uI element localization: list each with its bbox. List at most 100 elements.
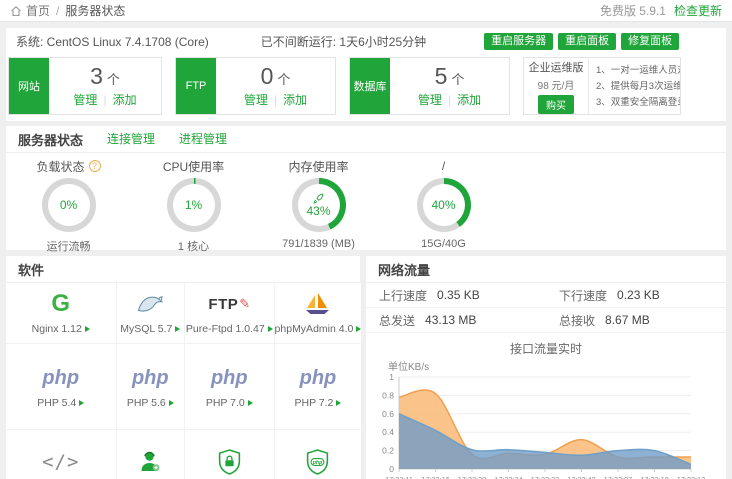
enterprise-title: 企业运维版 — [529, 59, 584, 75]
code-icon: </> — [42, 449, 79, 475]
network-stat-label: 总发送 — [379, 312, 415, 329]
system-button-0[interactable]: 重启服务器 — [484, 33, 553, 50]
svg-text:17:32:20: 17:32:20 — [458, 475, 486, 479]
nginx-icon: G — [51, 291, 70, 317]
breadcrumb-current: 服务器状态 — [65, 2, 125, 19]
question-circle-icon[interactable]: ? — [89, 160, 101, 172]
stat-card-2: 数据库5个管理|添加 — [349, 57, 510, 115]
enterprise-price: 98 元/月 — [538, 77, 575, 92]
software-name: Nginx 1.12 — [32, 323, 90, 335]
home-icon — [10, 5, 22, 17]
traffic-chart: 00.20.40.60.8117:32:1117:32:1617:32:2017… — [369, 373, 723, 479]
system-button-2[interactable]: 修复面板 — [621, 33, 679, 50]
gauge-donut: 40% — [417, 178, 471, 232]
gauge-2: 内存使用率43%791/1839 (MB) — [256, 158, 381, 254]
software-title: 软件 — [18, 260, 44, 279]
running-icon — [248, 400, 253, 406]
software-name: PHP 5.4 — [37, 397, 84, 409]
manage-link[interactable]: 管理 — [73, 93, 97, 107]
stat-card-tag: 网站 — [9, 58, 49, 114]
svg-text:17:32:11: 17:32:11 — [385, 475, 413, 479]
system-button-1[interactable]: 重启面板 — [558, 33, 616, 50]
gauge-subtext: 15G/40G — [381, 238, 506, 250]
php-icon: php — [300, 365, 337, 391]
software-item-3[interactable]: phpMyAdmin 4.0 — [275, 283, 362, 344]
server-status-title: 服务器状态 — [18, 130, 83, 149]
software-item-5[interactable]: phpPHP 5.6 — [117, 344, 186, 430]
gauge-value: 1% — [185, 198, 202, 212]
svg-text:0: 0 — [389, 464, 394, 474]
gauge-donut: 0% — [42, 178, 96, 232]
network-title: 网络流量 — [378, 260, 430, 279]
chart-title: 接口流量实时 — [366, 340, 726, 357]
buy-button[interactable]: 购买 — [538, 95, 574, 114]
network-panel: 网络流量 上行速度0.35 KB下行速度0.23 KB总发送43.13 MB总接… — [366, 256, 726, 479]
svg-text:17:32:16: 17:32:16 — [421, 475, 449, 479]
svg-text:17:33:13: 17:33:13 — [677, 475, 705, 479]
breadcrumb-home-label: 首页 — [26, 2, 50, 19]
network-stat-3: 总接收8.67 MB — [546, 308, 726, 333]
stat-card-count: 5个 — [435, 64, 465, 89]
mysql-icon — [137, 291, 164, 317]
svg-text:17:32:42: 17:32:42 — [567, 475, 595, 479]
running-icon — [336, 400, 341, 406]
add-link[interactable]: 添加 — [283, 93, 307, 107]
software-item-6[interactable]: phpPHP 7.0 — [185, 344, 275, 430]
status-link-0[interactable]: 连接管理 — [107, 132, 155, 146]
os-label: 系统: CentOS Linux 7.4.1708 (Core) — [16, 33, 209, 50]
breadcrumb-home[interactable]: 首页 — [10, 2, 50, 19]
network-stat-label: 下行速度 — [559, 287, 607, 304]
gauge-value: 43% — [306, 204, 330, 218]
check-update-link[interactable]: 检查更新 — [674, 2, 722, 19]
stat-card-1: FTP0个管理|添加 — [175, 57, 336, 115]
software-item-11[interactable]: phpPHP守护 1.2 — [275, 430, 362, 479]
software-item-9[interactable]: 宝塔运维 1.0 — [117, 430, 186, 479]
network-stat-value: 0.23 KB — [617, 288, 660, 302]
add-link[interactable]: 添加 — [457, 93, 481, 107]
gauge-subtext: 运行流畅 — [6, 238, 131, 254]
software-item-0[interactable]: G Nginx 1.12 — [6, 283, 117, 344]
manage-link[interactable]: 管理 — [418, 93, 442, 107]
manage-link[interactable]: 管理 — [244, 93, 268, 107]
software-item-7[interactable]: phpPHP 7.2 — [275, 344, 362, 430]
stat-card-count: 0个 — [261, 64, 291, 89]
svg-text:0.6: 0.6 — [382, 409, 394, 419]
network-stat-1: 下行速度 0.23 KB — [546, 283, 726, 308]
php-icon: php — [132, 365, 169, 391]
running-icon — [268, 326, 273, 332]
status-link-1[interactable]: 进程管理 — [179, 132, 227, 146]
software-name: MySQL 5.7 — [120, 323, 180, 335]
software-grid: G Nginx 1.12 MySQL 5.7 FTP✎Pure-Ftpd 1.0.47… — [6, 283, 360, 479]
stat-card-tag: FTP — [176, 58, 216, 114]
svg-text:17:33:10: 17:33:10 — [640, 475, 668, 479]
uptime-label: 已不间断运行: 1天6小时25分钟 — [261, 33, 426, 50]
network-header: 网络流量 — [366, 256, 726, 283]
shield-lock-icon — [218, 449, 241, 475]
server-status-panel: 服务器状态 连接管理进程管理 负载状态?0%运行流畅CPU使用率1%1 核心内存… — [6, 126, 726, 250]
top-nav: 首页 / 服务器状态 免费版 5.9.1 检查更新 — [0, 0, 732, 22]
pureftpd-icon: FTP✎ — [208, 291, 250, 317]
chart-unit-label: 单位KB/s — [388, 358, 726, 373]
enterprise-features: 1、一对一运维人员对接2、提供每月3次运维服务3、双重安全隔离登录 — [588, 58, 680, 114]
software-item-1[interactable]: MySQL 5.7 — [117, 283, 186, 344]
network-stat-label: 上行速度 — [379, 287, 427, 304]
software-item-2[interactable]: FTP✎Pure-Ftpd 1.0.47 — [185, 283, 275, 344]
gauge-label: 负载状态? — [6, 158, 131, 174]
gauge-donut: 43% — [292, 178, 346, 232]
add-link[interactable]: 添加 — [113, 93, 137, 107]
svg-text:17:32:32: 17:32:32 — [531, 475, 559, 479]
overview-panel: 系统: CentOS Linux 7.4.1708 (Core) 已不间断运行:… — [6, 28, 726, 121]
software-item-8[interactable]: </>宝塔一键部署源码 1.1 — [6, 430, 117, 479]
svg-text:0.8: 0.8 — [382, 390, 394, 400]
gauge-subtext: 1 核心 — [131, 238, 256, 254]
software-item-10[interactable]: 宝塔安全登录 1.3 — [185, 430, 275, 479]
software-name: phpMyAdmin 4.0 — [275, 323, 362, 335]
gauge-donut: 1% — [167, 178, 221, 232]
svg-text:17:32:24: 17:32:24 — [494, 475, 522, 479]
rocket-icon[interactable] — [313, 193, 324, 204]
software-item-4[interactable]: phpPHP 5.4 — [6, 344, 117, 430]
stat-card-count: 3个 — [90, 64, 120, 89]
running-icon — [79, 400, 84, 406]
gauge-label: CPU使用率 — [131, 158, 256, 174]
svg-text:17:33:07: 17:33:07 — [604, 475, 632, 479]
